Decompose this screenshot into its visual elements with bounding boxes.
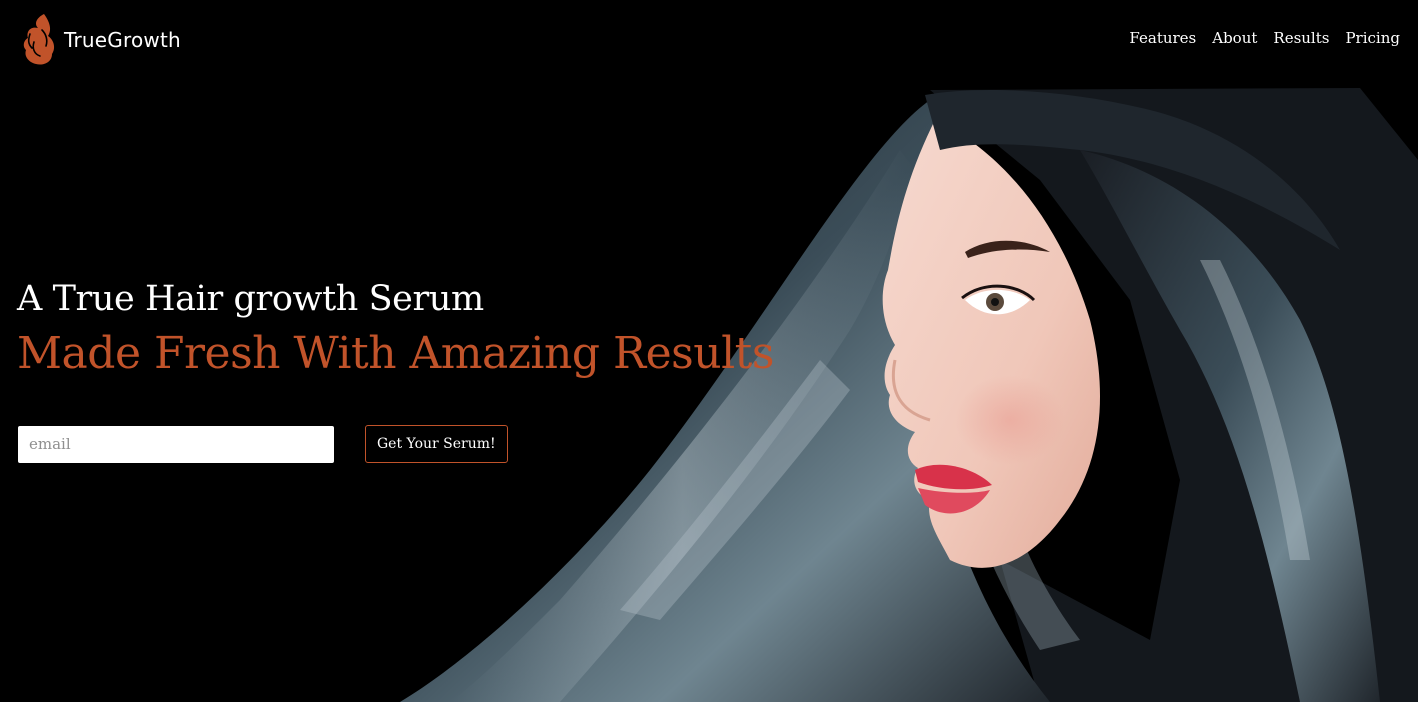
top-navbar: TrueGrowth Features About Results Pricin… xyxy=(0,0,1418,80)
hero-subtitle: Made Fresh With Amazing Results xyxy=(17,328,774,379)
nav-item-results: Results xyxy=(1273,29,1329,48)
flame-hair-icon xyxy=(22,12,56,68)
hero-title: A True Hair growth Serum xyxy=(17,279,484,319)
nav-item-about: About xyxy=(1212,29,1257,48)
nav-link-about[interactable]: About xyxy=(1212,29,1257,47)
nav-link-features[interactable]: Features xyxy=(1129,29,1196,47)
nav-item-pricing: Pricing xyxy=(1345,29,1400,48)
get-serum-button[interactable]: Get Your Serum! xyxy=(365,425,508,463)
signup-form: Get Your Serum! xyxy=(18,425,508,463)
brand-logo-link[interactable]: TrueGrowth xyxy=(22,12,181,68)
nav-menu: Features About Results Pricing xyxy=(1129,29,1400,48)
landing-page: TrueGrowth Features About Results Pricin… xyxy=(0,0,1418,702)
nav-link-pricing[interactable]: Pricing xyxy=(1345,29,1400,47)
email-input[interactable] xyxy=(18,425,334,463)
hero-copy: A True Hair growth Serum Made Fresh With… xyxy=(17,276,774,382)
nav-item-features: Features xyxy=(1129,29,1196,48)
nav-link-results[interactable]: Results xyxy=(1273,29,1329,47)
brand-name: TrueGrowth xyxy=(64,28,181,52)
